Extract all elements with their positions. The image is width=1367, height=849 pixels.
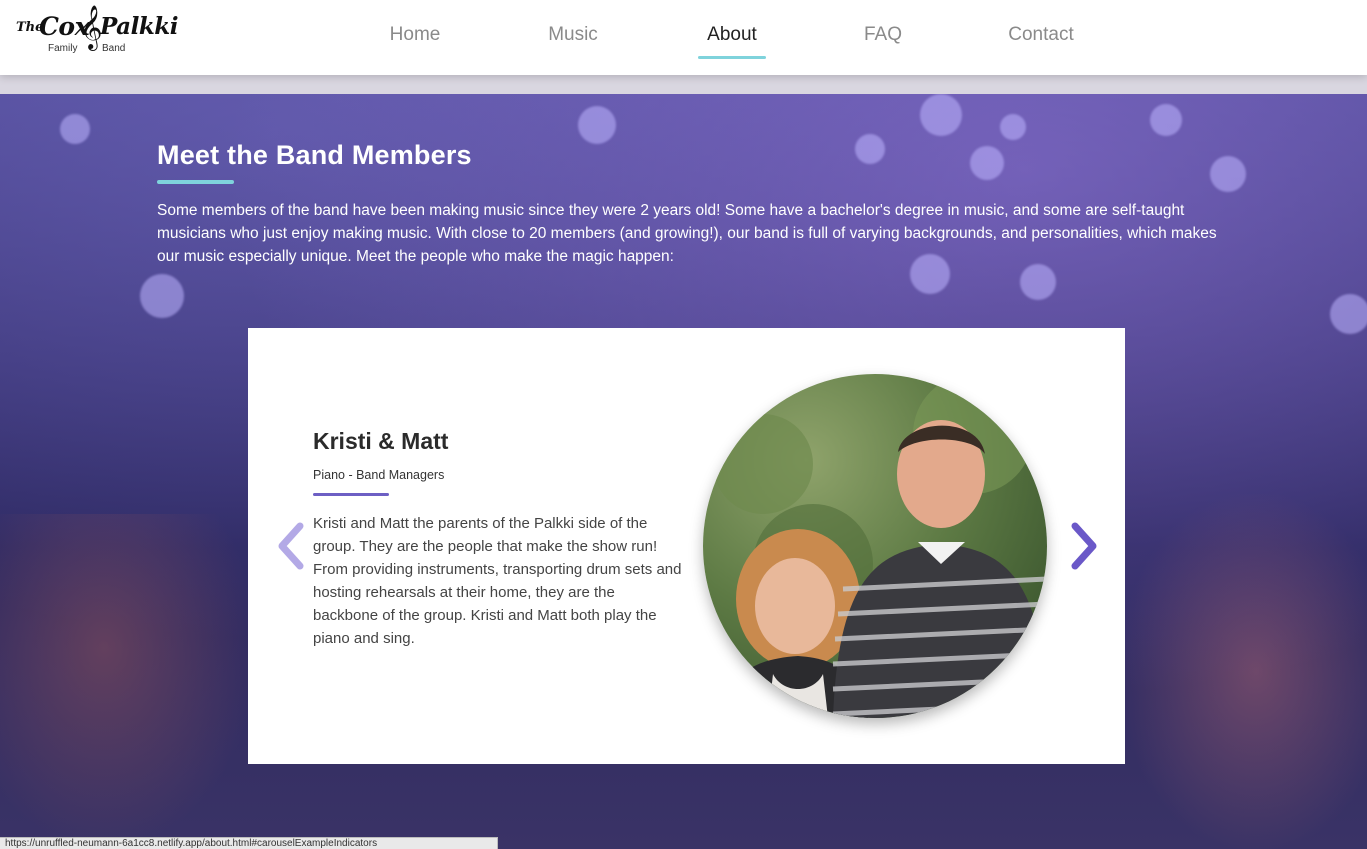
bokeh-light — [578, 106, 616, 144]
navbar-shadow-strip — [0, 75, 1367, 94]
bokeh-light — [1020, 264, 1056, 300]
bokeh-light — [1000, 114, 1026, 140]
member-card: Kristi & Matt Piano - Band Managers Kris… — [248, 328, 1125, 764]
nav-active-indicator — [698, 56, 766, 59]
nav-home[interactable]: Home — [372, 24, 458, 52]
bokeh-light — [1330, 294, 1367, 334]
title-underline — [157, 180, 234, 184]
navbar: The Cox 𝄞 Palkki Family Band Home Music … — [0, 0, 1367, 75]
member-bio: Kristi and Matt the parents of the Palkk… — [313, 515, 682, 647]
bokeh-light — [1150, 104, 1182, 136]
bokeh-light — [60, 114, 90, 144]
chevron-left-icon — [278, 522, 304, 570]
carousel-next-button[interactable] — [1063, 518, 1103, 574]
stage-performers-left — [0, 514, 260, 849]
member-name: Kristi & Matt — [313, 428, 449, 454]
member-role: Piano - Band Managers — [313, 468, 445, 482]
bokeh-light — [970, 146, 1004, 180]
chevron-right-icon — [1071, 522, 1097, 570]
bokeh-light — [855, 134, 885, 164]
section-title: Meet the Band Members — [157, 140, 472, 170]
member-photo-illustration — [713, 374, 1047, 718]
nav-about[interactable]: About — [689, 24, 775, 52]
nav-faq[interactable]: FAQ — [840, 24, 926, 52]
member-photo — [703, 374, 1047, 718]
stage-performers-right — [1120, 494, 1367, 849]
logo-family: Family — [48, 43, 78, 54]
nav-contact[interactable]: Contact — [998, 24, 1084, 52]
bokeh-light — [920, 94, 962, 136]
nav-music[interactable]: Music — [530, 24, 616, 52]
bokeh-light — [140, 274, 184, 318]
band-logo[interactable]: The Cox 𝄞 Palkki Family Band — [16, 8, 178, 64]
role-underline — [313, 493, 389, 496]
section-intro: Some members of the band have been makin… — [157, 202, 1217, 265]
logo-band: Band — [102, 43, 126, 54]
browser-status-url: https://unruffled-neumann-6a1cc8.netlify… — [0, 837, 498, 849]
logo-palkki: Palkki — [100, 13, 178, 40]
bokeh-light — [1210, 156, 1246, 192]
carousel-prev-button[interactable] — [272, 518, 312, 574]
